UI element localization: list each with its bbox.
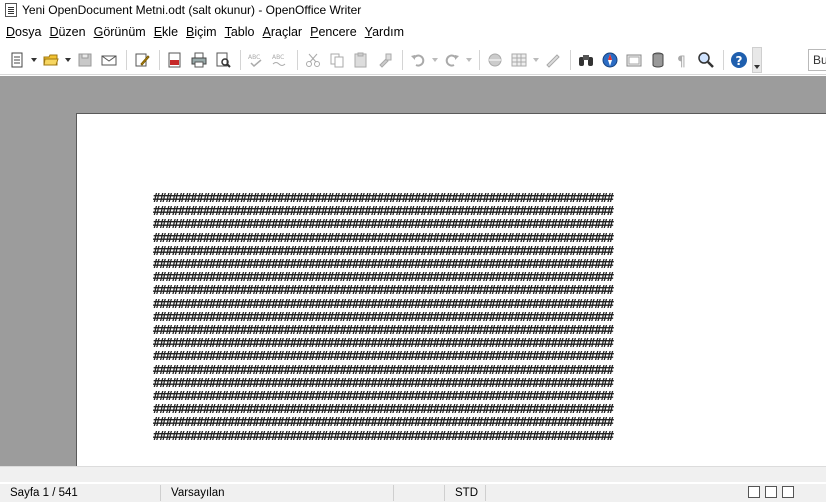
menu-duzen[interactable]: Düzen [45, 25, 89, 39]
toolbar-separator [402, 49, 403, 70]
toolbar-separator [126, 49, 127, 70]
document-workspace[interactable]: ########################################… [0, 76, 826, 466]
toolbar-separator [570, 49, 571, 70]
toolbar-separator [723, 49, 724, 70]
document-line: ########################################… [153, 230, 614, 245]
export-pdf-icon[interactable] [164, 49, 186, 71]
document-line: ########################################… [153, 362, 614, 377]
document-page[interactable]: ########################################… [76, 113, 826, 466]
find-replace-binoculars-icon[interactable] [575, 49, 597, 71]
clone-formatting-icon[interactable] [374, 49, 396, 71]
zoom-magnifier-icon[interactable] [695, 49, 717, 71]
draw-functions-icon[interactable] [542, 49, 564, 71]
toolbar-separator [159, 49, 160, 70]
save-icon[interactable] [74, 49, 96, 71]
menu-tablo[interactable]: Tablo [221, 25, 259, 39]
new-document-icon[interactable] [6, 49, 28, 71]
single-page-view-icon[interactable] [748, 486, 760, 498]
menu-araclar[interactable]: Araçlar [258, 25, 306, 39]
print-preview-icon[interactable] [212, 49, 234, 71]
gallery-icon[interactable] [623, 49, 645, 71]
undo-icon[interactable] [407, 49, 429, 71]
document-line: ########################################… [153, 349, 614, 364]
menu-pencere[interactable]: Pencere [306, 25, 361, 39]
navigator-compass-icon[interactable] [599, 49, 621, 71]
svg-text:ABC: ABC [272, 54, 284, 61]
redo-icon[interactable] [441, 49, 463, 71]
menu-ekle[interactable]: Ekle [150, 25, 182, 39]
spellcheck-icon[interactable]: ABC [245, 49, 267, 71]
open-dropdown-chevron-icon[interactable] [64, 49, 72, 71]
view-layout-icons [748, 486, 799, 498]
toolbar-separator [479, 49, 480, 70]
multi-page-view-icon[interactable] [765, 486, 777, 498]
page-style[interactable]: Varsayılan [161, 484, 393, 502]
svg-text:¶: ¶ [677, 54, 686, 69]
paragraph-style-field[interactable]: Bu [808, 49, 826, 71]
selection-mode[interactable]: STD [445, 484, 485, 502]
table-icon[interactable] [508, 49, 530, 71]
table-dropdown-chevron-icon[interactable] [532, 49, 540, 71]
copy-icon[interactable] [326, 49, 348, 71]
open-folder-icon[interactable] [40, 49, 62, 71]
menu-dosya[interactable]: Dosya [2, 25, 45, 39]
help-icon[interactable]: ? [728, 49, 750, 71]
menu-yardim[interactable]: Yardım [361, 25, 408, 39]
paste-icon[interactable] [350, 49, 372, 71]
toolbar-separator [240, 49, 241, 70]
document-line: ########################################… [153, 217, 614, 232]
standard-toolbar: ABC ABC ¶ ? [0, 45, 826, 75]
cut-icon[interactable] [302, 49, 324, 71]
menu-bar: Dosya Düzen Görünüm Ekle Biçim Tablo Ara… [0, 19, 826, 45]
page-indicator[interactable]: Sayfa 1 / 541 [0, 484, 160, 502]
formatting-marks-pilcrow-icon[interactable]: ¶ [671, 49, 693, 71]
document-line: ########################################… [153, 428, 614, 443]
new-dropdown-chevron-icon[interactable] [30, 49, 38, 71]
svg-text:ABC: ABC [248, 54, 260, 61]
status-bar: Sayfa 1 / 541 Varsayılan STD [0, 484, 826, 502]
svg-text:?: ? [736, 54, 743, 68]
title-bar: Yeni OpenDocument Metni.odt (salt okunur… [0, 0, 826, 19]
document-line: ########################################… [153, 296, 614, 311]
print-icon[interactable] [188, 49, 210, 71]
edit-file-icon[interactable] [131, 49, 153, 71]
toolbar-separator [297, 49, 298, 70]
redo-dropdown-chevron-icon[interactable] [465, 49, 473, 71]
writer-document-icon [5, 2, 17, 17]
hyperlink-icon[interactable] [484, 49, 506, 71]
autospellcheck-icon[interactable]: ABC [269, 49, 291, 71]
document-line: ########################################… [153, 283, 614, 298]
data-sources-icon[interactable] [647, 49, 669, 71]
empty-status-cell [394, 484, 444, 502]
book-view-icon[interactable] [782, 486, 794, 498]
toolbar-overflow-chevron-icon[interactable] [752, 46, 762, 73]
horizontal-scrollbar[interactable] [0, 466, 826, 482]
document-text[interactable]: ########################################… [153, 191, 614, 443]
status-divider [485, 485, 486, 501]
email-document-icon[interactable] [98, 49, 120, 71]
window-title: Yeni OpenDocument Metni.odt (salt okunur… [22, 2, 362, 17]
undo-dropdown-chevron-icon[interactable] [431, 49, 439, 71]
menu-bicim[interactable]: Biçim [182, 25, 221, 39]
menu-gorunum[interactable]: Görünüm [90, 25, 150, 39]
document-line: ########################################… [153, 415, 614, 430]
